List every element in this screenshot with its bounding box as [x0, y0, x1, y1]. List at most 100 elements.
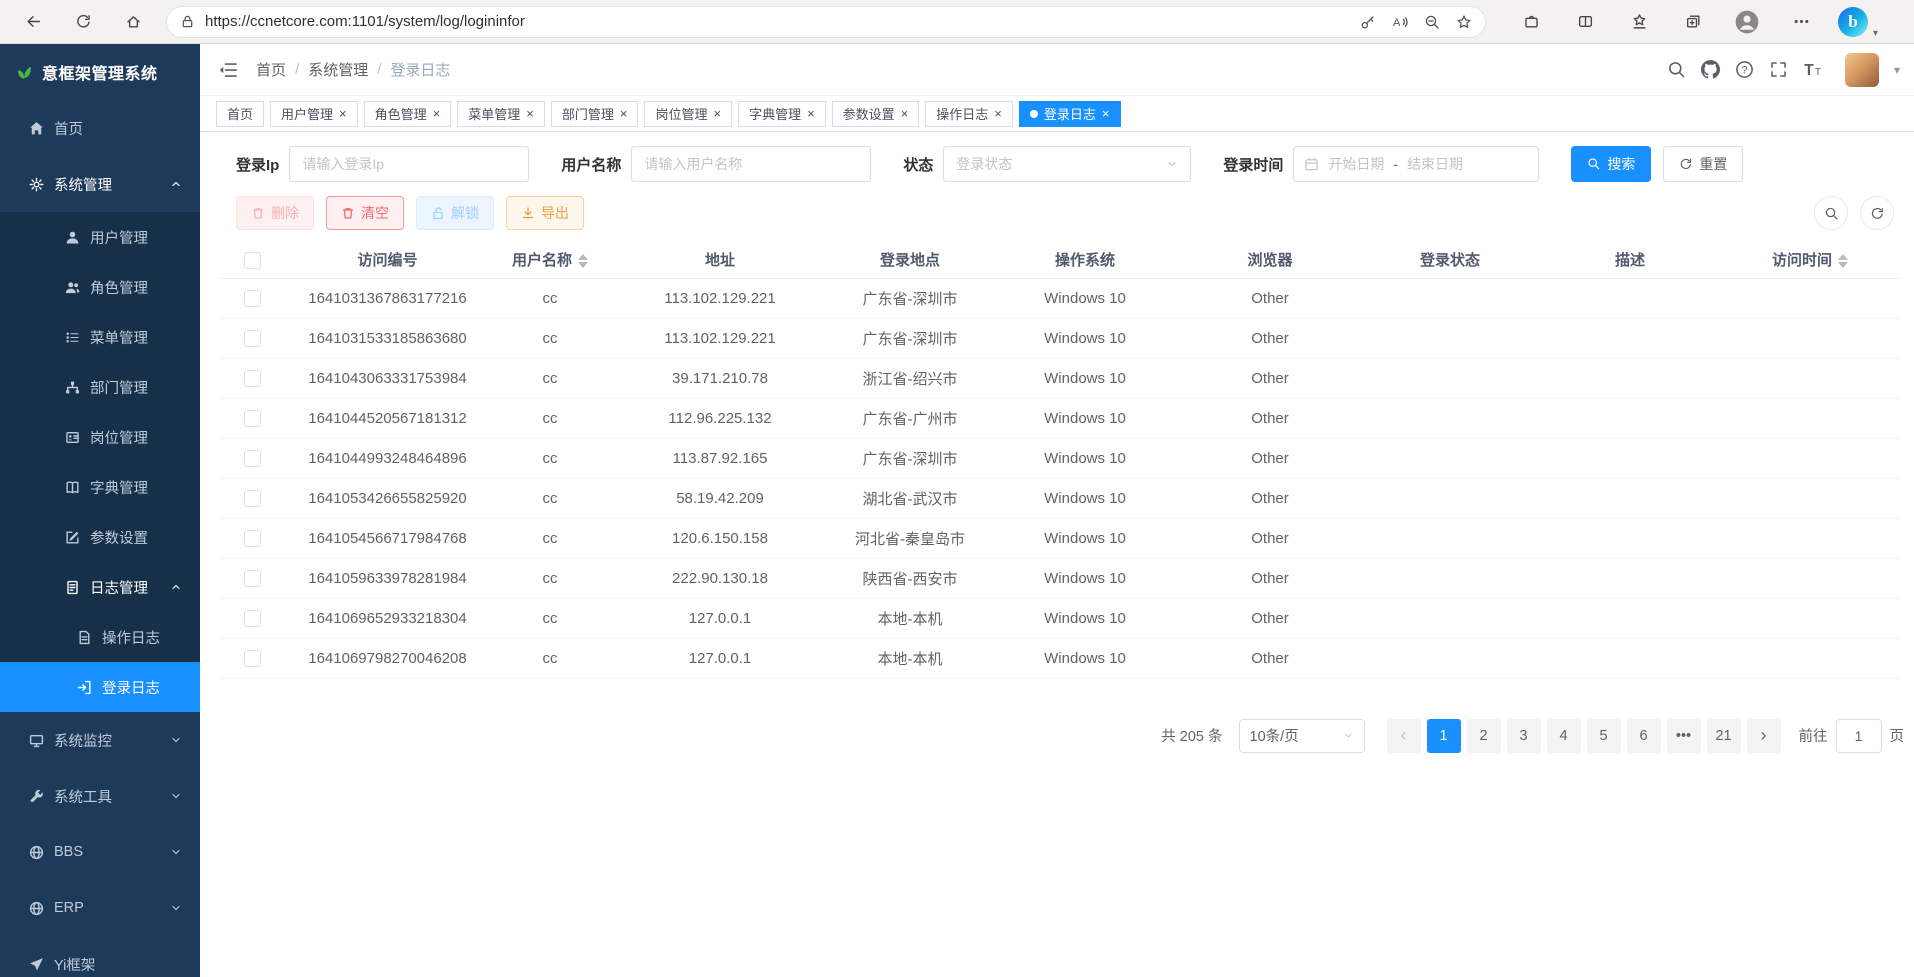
- row-checkbox[interactable]: [244, 530, 261, 547]
- user-avatar[interactable]: [1845, 53, 1879, 87]
- row-checkbox[interactable]: [244, 410, 261, 427]
- tab-dict-management[interactable]: 字典管理×: [738, 101, 826, 127]
- favorites-icon[interactable]: [1622, 5, 1656, 39]
- sidebar-item-role-management[interactable]: 角色管理: [0, 262, 200, 312]
- sidebar-item-post-management[interactable]: 岗位管理: [0, 412, 200, 462]
- breadcrumb-system-management[interactable]: 系统管理: [308, 59, 368, 80]
- sort-icons[interactable]: [1838, 254, 1848, 268]
- sidebar-item-dict-management[interactable]: 字典管理: [0, 462, 200, 512]
- row-checkbox[interactable]: [244, 650, 261, 667]
- sidebar-item-login-log[interactable]: 登录日志: [0, 662, 200, 712]
- page-size-select[interactable]: 10条/页: [1239, 719, 1365, 753]
- row-checkbox[interactable]: [244, 290, 261, 307]
- user-name-input[interactable]: [631, 146, 871, 182]
- tab-user-management[interactable]: 用户管理×: [270, 101, 358, 127]
- page-ellipsis[interactable]: •••: [1667, 719, 1701, 753]
- split-screen-icon[interactable]: [1568, 5, 1602, 39]
- page-button-4[interactable]: 4: [1547, 719, 1581, 753]
- browser-back-icon[interactable]: [16, 5, 50, 39]
- fullscreen-icon[interactable]: [1769, 60, 1788, 79]
- page-button-21[interactable]: 21: [1707, 719, 1741, 753]
- tab-operation-log[interactable]: 操作日志×: [925, 101, 1013, 127]
- page-button-5[interactable]: 5: [1587, 719, 1621, 753]
- app-logo[interactable]: 意框架管理系统: [0, 44, 200, 100]
- page-button-6[interactable]: 6: [1627, 719, 1661, 753]
- password-key-icon[interactable]: [1360, 14, 1376, 30]
- copilot-bing-icon[interactable]: b▾: [1838, 7, 1868, 37]
- sidebar-item-param-settings[interactable]: 参数设置: [0, 512, 200, 562]
- row-checkbox[interactable]: [244, 330, 261, 347]
- tab-login-log[interactable]: 登录日志×: [1019, 101, 1121, 127]
- sidebar-toggle-icon[interactable]: [218, 60, 238, 80]
- collections-icon[interactable]: [1676, 5, 1710, 39]
- clear-button[interactable]: 清空: [326, 196, 404, 230]
- tab-home[interactable]: 首页: [216, 101, 264, 127]
- zoom-out-icon[interactable]: [1424, 14, 1440, 30]
- favorite-star-icon[interactable]: [1456, 14, 1472, 30]
- next-page-button[interactable]: ›: [1747, 719, 1781, 753]
- row-checkbox[interactable]: [244, 370, 261, 387]
- toggle-search-icon[interactable]: [1814, 196, 1848, 230]
- tab-close-icon[interactable]: ×: [901, 107, 909, 120]
- tab-role-management[interactable]: 角色管理×: [364, 101, 452, 127]
- github-icon[interactable]: [1701, 60, 1720, 79]
- tab-close-icon[interactable]: ×: [433, 107, 441, 120]
- search-button[interactable]: 搜索: [1571, 146, 1651, 182]
- sidebar-item-menu-management[interactable]: 菜单管理: [0, 312, 200, 362]
- read-aloud-icon[interactable]: A: [1392, 14, 1408, 30]
- browser-profile-avatar[interactable]: [1730, 5, 1764, 39]
- row-checkbox[interactable]: [244, 450, 261, 467]
- select-all-checkbox[interactable]: [244, 252, 261, 269]
- page-button-3[interactable]: 3: [1507, 719, 1541, 753]
- help-question-icon[interactable]: ?: [1735, 60, 1754, 79]
- copilot-caret-icon[interactable]: ▾: [1873, 28, 1878, 39]
- row-checkbox[interactable]: [244, 490, 261, 507]
- tab-close-icon[interactable]: ×: [994, 107, 1002, 120]
- breadcrumb-home[interactable]: 首页: [256, 59, 286, 80]
- sidebar-item-yi-framework[interactable]: Yi框架: [0, 936, 200, 977]
- site-info-lock-icon[interactable]: [180, 14, 195, 29]
- tab-close-icon[interactable]: ×: [713, 107, 721, 120]
- sidebar-item-dept-management[interactable]: 部门管理: [0, 362, 200, 412]
- avatar-caret-icon[interactable]: ▾: [1894, 63, 1900, 77]
- header-search-icon[interactable]: [1667, 60, 1686, 79]
- refresh-table-icon[interactable]: [1860, 196, 1894, 230]
- sidebar-group-system-tools[interactable]: 系统工具: [0, 768, 200, 824]
- tab-close-icon[interactable]: ×: [807, 107, 815, 120]
- prev-page-button[interactable]: ‹: [1387, 719, 1421, 753]
- tab-close-icon[interactable]: ×: [1102, 107, 1110, 120]
- tab-menu-management[interactable]: 菜单管理×: [457, 101, 545, 127]
- browser-home-icon[interactable]: [116, 5, 150, 39]
- sidebar-item-user-management[interactable]: 用户管理: [0, 212, 200, 262]
- browser-settings-dots-icon[interactable]: [1784, 5, 1818, 39]
- delete-button[interactable]: 删除: [236, 196, 314, 230]
- browser-refresh-icon[interactable]: [66, 5, 100, 39]
- col-access-time[interactable]: 访问时间: [1720, 242, 1900, 278]
- tab-close-icon[interactable]: ×: [526, 107, 534, 120]
- unlock-button[interactable]: 解锁: [416, 196, 494, 230]
- date-range-picker[interactable]: 开始日期 - 结束日期: [1293, 146, 1539, 182]
- url-text[interactable]: https://ccnetcore.com:1101/system/log/lo…: [205, 13, 1344, 30]
- tab-close-icon[interactable]: ×: [339, 107, 347, 120]
- reset-button[interactable]: 重置: [1663, 146, 1743, 182]
- sort-icons[interactable]: [578, 254, 588, 268]
- export-button[interactable]: 导出: [506, 196, 584, 230]
- tab-param-settings[interactable]: 参数设置×: [832, 101, 920, 127]
- row-checkbox[interactable]: [244, 570, 261, 587]
- tab-dept-management[interactable]: 部门管理×: [551, 101, 639, 127]
- status-select[interactable]: 登录状态: [943, 146, 1191, 182]
- tab-close-icon[interactable]: ×: [620, 107, 628, 120]
- extensions-puzzle-icon[interactable]: [1514, 5, 1548, 39]
- sidebar-group-log-management[interactable]: 日志管理: [0, 562, 200, 612]
- sidebar-group-system-management[interactable]: 系统管理: [0, 156, 200, 212]
- tab-post-management[interactable]: 岗位管理×: [644, 101, 732, 127]
- text-size-icon[interactable]: TT: [1803, 60, 1822, 79]
- sidebar-item-operation-log[interactable]: 操作日志: [0, 612, 200, 662]
- page-button-1[interactable]: 1: [1427, 719, 1461, 753]
- url-bar[interactable]: https://ccnetcore.com:1101/system/log/lo…: [166, 6, 1486, 38]
- page-button-2[interactable]: 2: [1467, 719, 1501, 753]
- sidebar-group-erp[interactable]: ERP: [0, 880, 200, 936]
- goto-page-input[interactable]: [1836, 719, 1882, 753]
- row-checkbox[interactable]: [244, 610, 261, 627]
- sidebar-group-system-monitor[interactable]: 系统监控: [0, 712, 200, 768]
